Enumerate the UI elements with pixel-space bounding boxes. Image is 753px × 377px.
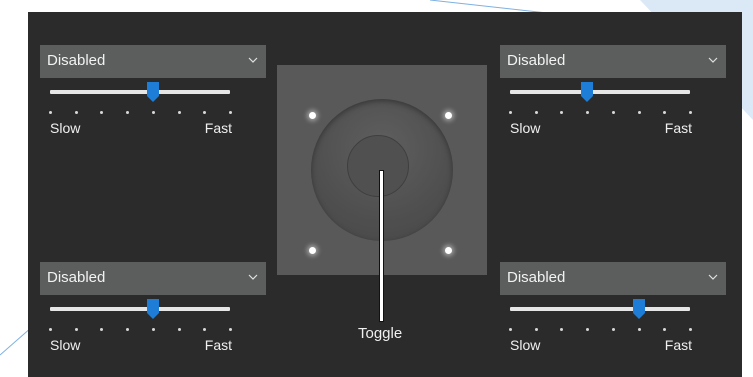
slow-label: Slow	[510, 337, 541, 353]
dropdown-value: Disabled	[47, 52, 106, 69]
indicator-led-bottom-left	[309, 247, 316, 254]
slider-tick	[151, 111, 155, 114]
toggle-label: Toggle	[358, 325, 403, 342]
speed-slider-bottom-right[interactable]	[510, 296, 690, 322]
fast-label: Fast	[204, 337, 232, 353]
slider-tick	[203, 111, 207, 114]
chevron-down-icon	[248, 274, 258, 280]
slider-thumb[interactable]	[580, 81, 594, 103]
slider-tick	[689, 111, 692, 114]
slider-tick	[637, 328, 641, 331]
mode-dropdown-top-left[interactable]: Disabled	[40, 45, 266, 78]
speed-slider-bottom-left[interactable]	[50, 296, 230, 322]
slider-tick	[509, 111, 512, 114]
slider-thumb[interactable]	[632, 298, 646, 320]
slider-track	[50, 307, 230, 311]
fast-label: Fast	[664, 337, 692, 353]
slider-ticks	[509, 328, 692, 334]
slider-tick	[126, 328, 130, 331]
dropdown-value: Disabled	[507, 269, 566, 286]
slow-label: Slow	[510, 120, 541, 136]
slider-tick	[663, 111, 667, 114]
speed-slider-top-right[interactable]	[510, 79, 690, 105]
chevron-down-icon	[708, 57, 718, 63]
indicator-led-bottom-right	[445, 247, 452, 254]
slider-tick	[74, 328, 78, 331]
slider-thumb[interactable]	[146, 81, 160, 103]
indicator-led-top-left	[309, 112, 316, 119]
slider-tick	[689, 328, 692, 331]
slider-track	[510, 307, 690, 311]
slider-tick	[49, 111, 52, 114]
slider-thumb[interactable]	[146, 298, 160, 320]
speed-slider-top-left[interactable]	[50, 79, 230, 105]
slider-tick	[586, 328, 590, 331]
slider-tick	[637, 111, 641, 114]
slider-tick	[229, 111, 232, 114]
dropdown-value: Disabled	[507, 52, 566, 69]
slow-label: Slow	[50, 120, 81, 136]
slider-tick	[663, 328, 667, 331]
slider-tick	[534, 328, 538, 331]
mode-dropdown-top-right[interactable]: Disabled	[500, 45, 726, 78]
slider-tick	[126, 111, 130, 114]
slider-tick	[229, 328, 232, 331]
slider-tick	[74, 111, 78, 114]
slider-track	[510, 90, 690, 94]
slider-tick	[203, 328, 207, 331]
slow-label: Slow	[50, 337, 81, 353]
chevron-down-icon	[708, 274, 718, 280]
slider-ticks	[49, 328, 232, 334]
mode-dropdown-bottom-left[interactable]: Disabled	[40, 262, 266, 295]
slider-tick	[611, 111, 615, 114]
slider-ticks	[49, 111, 232, 117]
slider-tick	[49, 328, 52, 331]
toggle-callout-line	[379, 170, 384, 322]
slider-tick	[177, 111, 181, 114]
fast-label: Fast	[664, 120, 692, 136]
mode-dropdown-bottom-right[interactable]: Disabled	[500, 262, 726, 295]
chevron-down-icon	[248, 57, 258, 63]
slider-tick	[560, 328, 564, 331]
indicator-led-top-right	[445, 112, 452, 119]
slider-tick	[100, 328, 104, 331]
fast-label: Fast	[204, 120, 232, 136]
joystick-center-button[interactable]	[347, 135, 409, 197]
slider-tick	[586, 111, 590, 114]
slider-tick	[534, 111, 538, 114]
dropdown-value: Disabled	[47, 269, 106, 286]
slider-tick	[509, 328, 512, 331]
slider-tick	[177, 328, 181, 331]
slider-tick	[100, 111, 104, 114]
slider-ticks	[509, 111, 692, 117]
slider-tick	[560, 111, 564, 114]
slider-tick	[151, 328, 155, 331]
slider-tick	[611, 328, 615, 331]
controller-panel: Disabled Slow Fast Disabled Slow Fast Di…	[28, 12, 742, 377]
slider-track	[50, 90, 230, 94]
